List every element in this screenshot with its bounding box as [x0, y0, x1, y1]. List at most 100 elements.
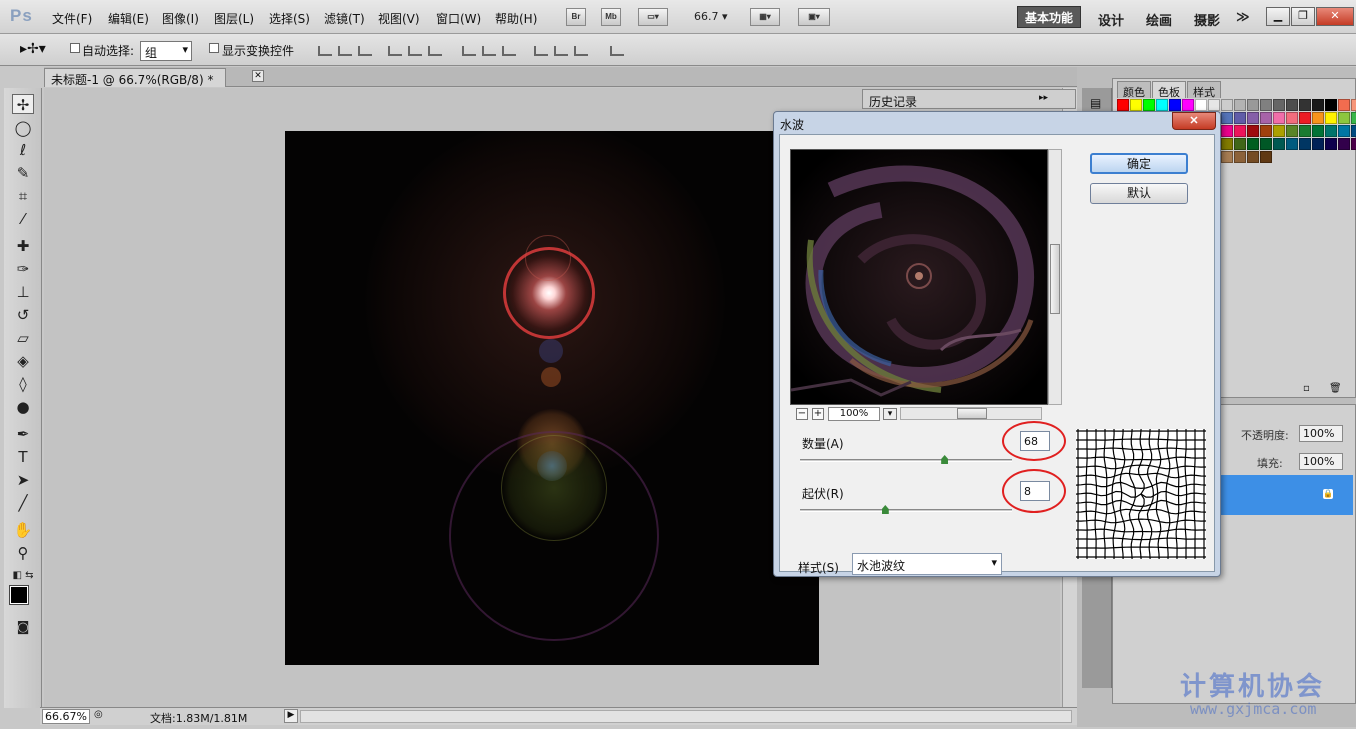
type-tool-icon[interactable]: T	[12, 447, 34, 467]
color-swatch[interactable]	[1143, 99, 1155, 111]
color-swatch[interactable]	[1208, 99, 1220, 111]
mini-bridge-button[interactable]: Mb	[601, 8, 621, 26]
document-tab[interactable]: 未标题-1 @ 66.7%(RGB/8) *	[44, 68, 226, 87]
extras-dropdown-button[interactable]: ▭▾	[638, 8, 668, 26]
menu-window[interactable]: 窗口(W)	[436, 10, 481, 27]
color-swatch[interactable]	[1273, 138, 1285, 150]
preview-zoom-field[interactable]: 100%	[828, 407, 880, 421]
close-window-button[interactable]: ✕	[1316, 7, 1354, 26]
distribute-horizontal-center-icon[interactable]	[554, 46, 568, 56]
color-swatch[interactable]	[1325, 99, 1337, 111]
ridges-slider-thumb[interactable]	[881, 505, 889, 514]
menu-image[interactable]: 图像(I)	[162, 10, 199, 27]
auto-select-target-select[interactable]: 组	[140, 41, 192, 61]
color-swatch[interactable]	[1325, 138, 1337, 150]
status-settings-icon[interactable]: ◎	[94, 709, 103, 720]
clone-stamp-tool-icon[interactable]: ⊥	[12, 282, 34, 302]
color-swatch[interactable]	[1338, 125, 1350, 137]
close-document-icon[interactable]: ✕	[252, 70, 264, 82]
workspace-design-button[interactable]: 设计	[1098, 10, 1124, 29]
path-selection-tool-icon[interactable]: ➤	[12, 470, 34, 490]
menu-edit[interactable]: 编辑(E)	[108, 10, 149, 27]
eraser-tool-icon[interactable]: ▱	[12, 328, 34, 348]
bridge-button[interactable]: Br	[566, 8, 586, 26]
color-swatch[interactable]	[1156, 99, 1168, 111]
menu-view[interactable]: 视图(V)	[378, 10, 420, 27]
default-button[interactable]: 默认	[1090, 183, 1188, 204]
color-swatch[interactable]	[1325, 112, 1337, 124]
marquee-tool-icon[interactable]: ◯	[12, 118, 34, 138]
color-swatch[interactable]	[1247, 138, 1259, 150]
color-swatch[interactable]	[1299, 112, 1311, 124]
arrange-documents-button[interactable]: ▦▾	[750, 8, 780, 26]
show-transform-controls-checkbox[interactable]	[209, 43, 219, 53]
distribute-vertical-center-icon[interactable]	[482, 46, 496, 56]
tab-styles[interactable]: 样式	[1187, 81, 1221, 99]
color-swatch[interactable]	[1221, 125, 1233, 137]
color-swatch[interactable]	[1260, 112, 1272, 124]
history-brush-tool-icon[interactable]: ↺	[12, 305, 34, 325]
default-colors-icon[interactable]: ◧ ⇆	[12, 566, 34, 586]
preview-horizontal-scrollbar[interactable]	[900, 407, 1042, 420]
align-horizontal-center-icon[interactable]	[408, 46, 422, 56]
canvas-horizontal-scrollbar[interactable]	[300, 710, 1072, 723]
tab-color[interactable]: 颜色	[1117, 81, 1151, 99]
restore-button[interactable]: ❐	[1291, 7, 1315, 26]
color-swatch[interactable]	[1221, 112, 1233, 124]
color-swatch[interactable]	[1312, 125, 1324, 137]
align-right-icon[interactable]	[428, 46, 442, 56]
dodge-tool-icon[interactable]: ●	[12, 397, 34, 417]
color-swatch[interactable]	[1312, 138, 1324, 150]
hand-tool-icon[interactable]: ✋	[12, 520, 34, 540]
color-swatch[interactable]	[1338, 138, 1350, 150]
color-swatch[interactable]	[1260, 151, 1272, 163]
distribute-bottom-icon[interactable]	[502, 46, 516, 56]
color-swatch[interactable]	[1286, 99, 1298, 111]
color-swatch[interactable]	[1234, 112, 1246, 124]
color-swatch[interactable]	[1247, 125, 1259, 137]
color-swatch[interactable]	[1221, 151, 1233, 163]
color-swatch[interactable]	[1221, 138, 1233, 150]
collapse-panel-icon[interactable]: ▸▸	[1039, 93, 1048, 103]
menu-layer[interactable]: 图层(L)	[214, 10, 254, 27]
pen-tool-icon[interactable]: ✒	[12, 424, 34, 444]
quick-selection-tool-icon[interactable]: ✎	[12, 163, 34, 183]
color-swatch[interactable]	[1325, 125, 1337, 137]
workspace-painting-button[interactable]: 绘画	[1146, 10, 1172, 29]
color-swatch[interactable]	[1234, 99, 1246, 111]
color-swatch[interactable]	[1260, 99, 1272, 111]
status-menu-arrow-icon[interactable]: ▶	[284, 709, 298, 723]
color-swatch[interactable]	[1299, 99, 1311, 111]
workspace-more-icon[interactable]: ≫	[1236, 10, 1250, 25]
fill-input[interactable]: 100%	[1299, 453, 1343, 470]
color-swatch[interactable]	[1312, 99, 1324, 111]
color-swatch[interactable]	[1260, 125, 1272, 137]
document-canvas[interactable]	[285, 131, 819, 665]
preview-horizontal-thumb[interactable]	[957, 408, 987, 419]
color-swatch[interactable]	[1117, 99, 1129, 111]
zoom-tool-icon[interactable]: ⚲	[12, 543, 34, 563]
quick-mask-icon[interactable]: ◙	[12, 618, 34, 638]
align-left-icon[interactable]	[388, 46, 402, 56]
filter-preview[interactable]	[790, 149, 1048, 405]
distribute-right-icon[interactable]	[574, 46, 588, 56]
healing-brush-tool-icon[interactable]: ✚	[12, 236, 34, 256]
blur-tool-icon[interactable]: ◊	[12, 374, 34, 394]
distribute-top-icon[interactable]	[462, 46, 476, 56]
delete-swatch-icon[interactable]: 🗑	[1329, 383, 1342, 394]
new-swatch-icon[interactable]: ▫	[1303, 383, 1310, 394]
dialog-close-button[interactable]: ✕	[1172, 112, 1216, 130]
color-swatch[interactable]	[1338, 99, 1350, 111]
color-swatch[interactable]	[1286, 138, 1298, 150]
menu-help[interactable]: 帮助(H)	[495, 10, 537, 27]
align-vertical-center-icon[interactable]	[338, 46, 352, 56]
color-swatch[interactable]	[1130, 99, 1142, 111]
color-swatch[interactable]	[1247, 112, 1259, 124]
crop-tool-icon[interactable]: ⌗	[12, 186, 34, 206]
auto-align-layers-icon[interactable]	[610, 46, 624, 56]
history-panel-icon[interactable]: ▤	[1090, 96, 1101, 110]
paint-bucket-tool-icon[interactable]: ◈	[12, 351, 34, 371]
preview-vertical-thumb[interactable]	[1050, 244, 1060, 314]
color-swatch[interactable]	[1312, 112, 1324, 124]
preview-zoom-dropdown-icon[interactable]: ▾	[883, 408, 897, 420]
